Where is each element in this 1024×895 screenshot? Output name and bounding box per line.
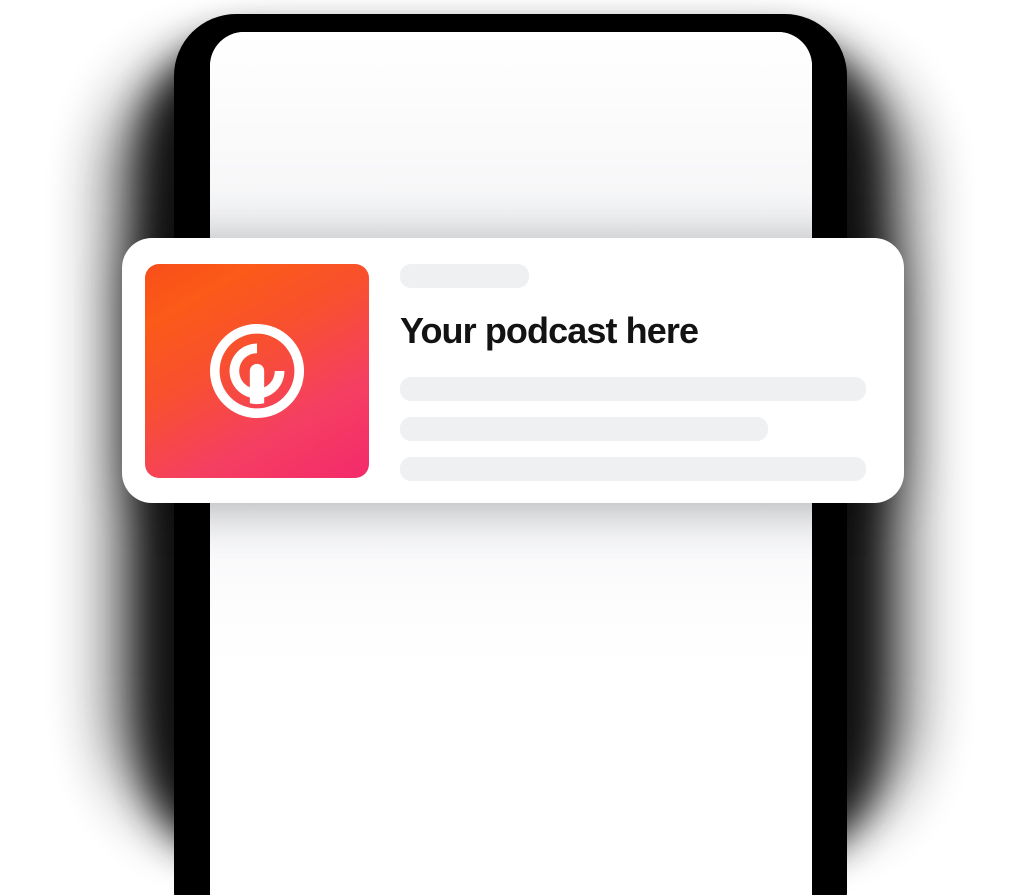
- skeleton-line-1: [400, 264, 529, 288]
- carousel-page-dots[interactable]: [210, 528, 812, 539]
- search-placeholder: Search: [286, 181, 356, 206]
- list-item[interactable]: HUBERMAN LAB Huberman Lab Scicomm Media: [210, 815, 812, 895]
- promo-card-body: Your podcast here: [400, 264, 866, 481]
- search-input[interactable]: Search: [235, 170, 787, 218]
- the-retrievals-artwork: The Retrievals TS: [235, 729, 313, 807]
- artwork-label: HUBERMAN LAB: [245, 878, 303, 895]
- status-bar: 9:41: [210, 32, 812, 94]
- podcast-title: Huberman Lab: [337, 832, 496, 859]
- list-item-text: This American Life This American Life: [337, 643, 740, 705]
- plus-icon[interactable]: [740, 653, 782, 695]
- page-dot-2[interactable]: [478, 528, 490, 539]
- plus-icon[interactable]: [740, 747, 782, 789]
- search-icon: [253, 182, 272, 206]
- podcast-publisher: Scicomm Media: [337, 865, 493, 891]
- podcast-publisher: New York Times: [337, 771, 494, 797]
- artwork-label: This American Life: [243, 665, 287, 701]
- skeleton-line-2: [400, 377, 866, 401]
- battery-full-icon: [739, 55, 772, 71]
- skeleton-line-4: [400, 457, 866, 481]
- list-item[interactable]: This American Life This American Life This…: [210, 627, 812, 721]
- podcast-publisher: This American Life: [337, 677, 517, 703]
- skeleton-line-3: [400, 417, 769, 441]
- list-item-text: Huberman Lab Scicomm Media: [337, 831, 740, 893]
- trending-heading: Trending: [235, 565, 363, 600]
- this-american-life-artwork: This American Life: [235, 635, 313, 713]
- page-dot-1[interactable]: [451, 528, 463, 539]
- page-title: Discover: [458, 108, 563, 136]
- podcast-title: This American Life: [337, 644, 539, 671]
- pocket-casts-logo: [145, 264, 369, 478]
- artwork-badges: TS: [241, 789, 271, 802]
- wifi-icon: [710, 52, 731, 73]
- cellular-bars-icon: [680, 55, 702, 71]
- status-time: 9:41: [256, 47, 309, 78]
- promo-headline: Your podcast here: [400, 310, 699, 351]
- page-dot-4[interactable]: [532, 528, 544, 539]
- podcast-title: The Retrievals: [337, 738, 492, 765]
- list-item[interactable]: The Retrievals TS The Retrievals New York…: [210, 721, 812, 815]
- promo-card[interactable]: Your podcast here: [122, 238, 904, 503]
- trending-list: This American Life This American Life This…: [210, 627, 812, 895]
- page-dot-5[interactable]: [559, 528, 571, 539]
- artwork-label: The Retrievals: [241, 756, 294, 785]
- page-dot-3[interactable]: [505, 528, 517, 539]
- screenshot-stage: 9:41 Discover Search Trending This Ameri…: [0, 0, 1024, 895]
- status-icons: [680, 52, 772, 73]
- plus-icon[interactable]: [740, 841, 782, 883]
- huberman-lab-artwork: HUBERMAN LAB: [235, 823, 313, 895]
- list-item-text: The Retrievals New York Times: [337, 737, 740, 799]
